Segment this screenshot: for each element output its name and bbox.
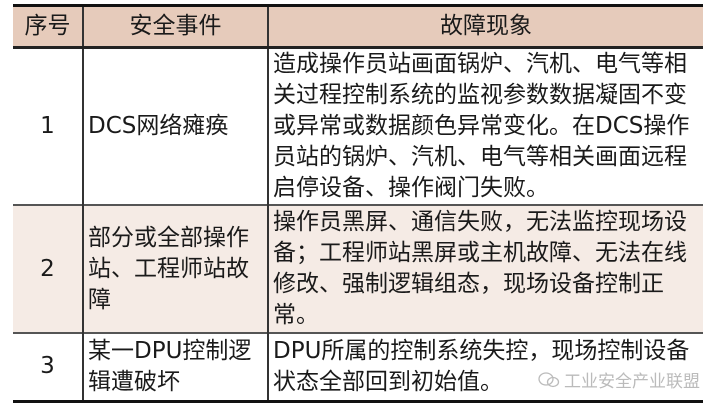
- row-no: 1: [40, 113, 55, 139]
- row-event: 部分或全部操作站、工程师站故障: [82, 205, 268, 333]
- watermark: 工业安全产业联盟: [538, 367, 700, 392]
- header-symptom: 故障现象: [267, 5, 703, 49]
- table-row: 2 部分或全部操作站、工程师站故障 操作员黑屏、通信失败，无法监控现场设备；工程…: [13, 205, 703, 333]
- watermark-text: 工业安全产业联盟: [564, 372, 700, 392]
- header-event: 安全事件: [82, 5, 268, 49]
- row-event: 某一DPU控制逻辑遭破坏: [82, 333, 268, 401]
- row-symptom: 操作员黑屏、通信失败，无法监控现场设备；工程师站黑屏或主机故障、无法在线修改、强…: [267, 205, 703, 333]
- wechat-icon: [538, 371, 560, 387]
- table-row: 1 DCS网络瘫痪 造成操作员站画面锅炉、汽机、电气等相关过程控制系统的监视参数…: [13, 47, 703, 205]
- row-symptom: 造成操作员站画面锅炉、汽机、电气等相关过程控制系统的监视参数数据凝固不变或异常或…: [267, 47, 703, 205]
- row-event: DCS网络瘫痪: [82, 47, 268, 205]
- row-no: 2: [13, 205, 83, 333]
- security-events-table: 序号 安全事件 故障现象 1 DCS网络瘫痪 造成操作员站画面锅炉、汽机、电气等…: [13, 4, 703, 403]
- header-row: 序号 安全事件 故障现象: [13, 5, 703, 49]
- header-no: 序号: [13, 5, 83, 49]
- row-no: 3: [40, 353, 55, 380]
